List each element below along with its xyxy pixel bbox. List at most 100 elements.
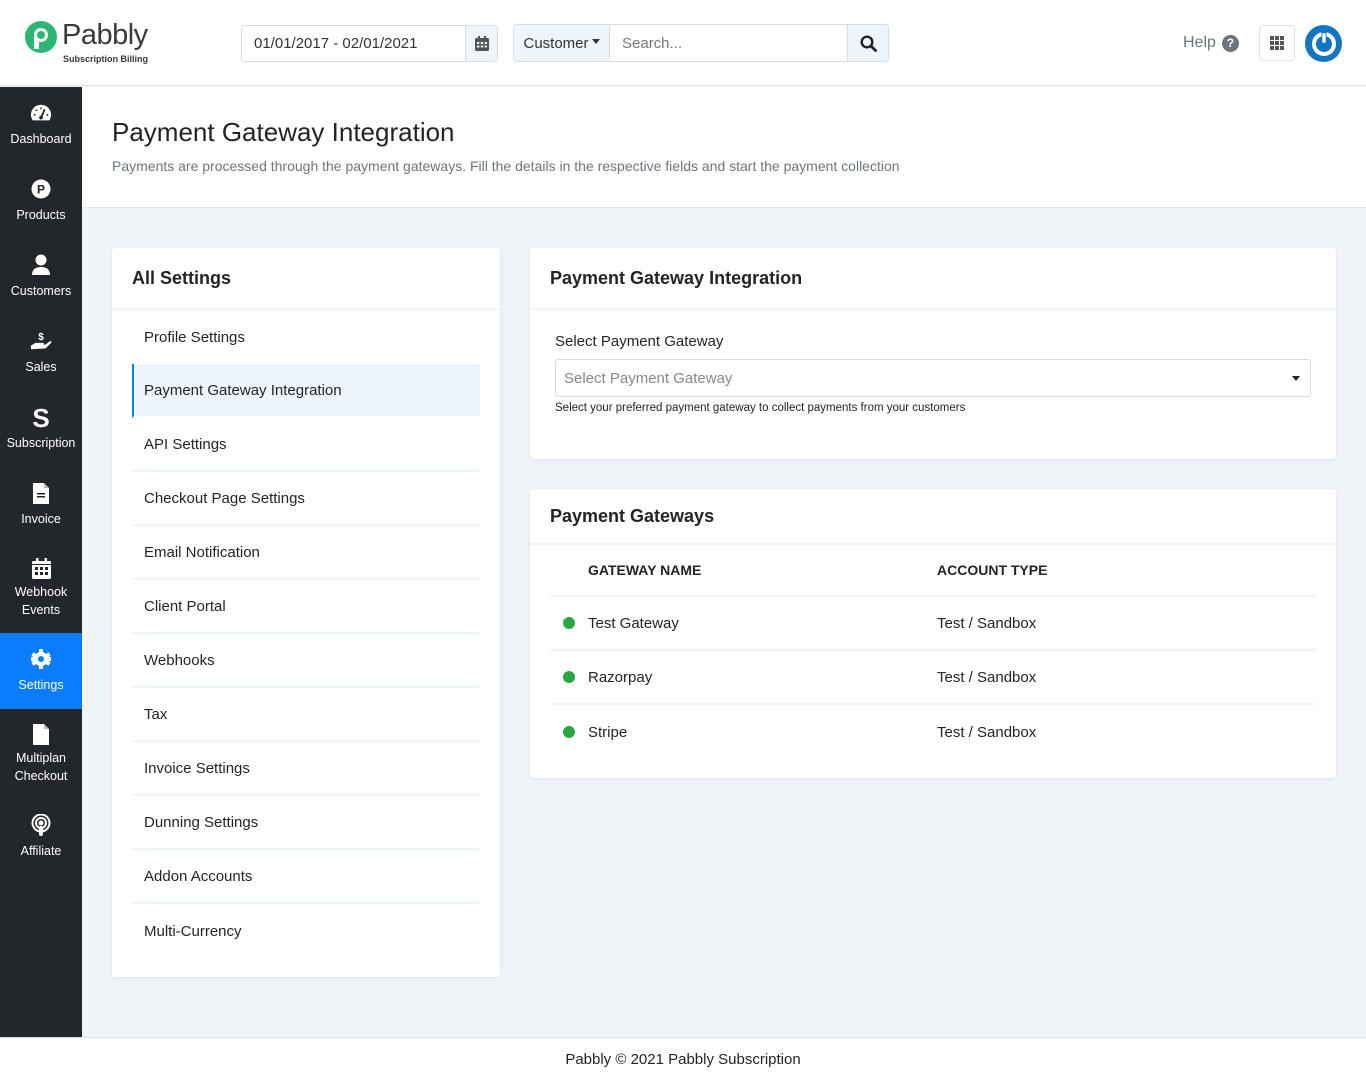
settings-item-invoice[interactable]: Invoice Settings bbox=[132, 742, 480, 796]
status-dot-icon bbox=[563, 726, 575, 738]
sidebar-item-products[interactable]: P Products bbox=[0, 163, 82, 239]
sidebar-item-label: Dashboard bbox=[10, 132, 72, 146]
logo-text: Pabbly bbox=[62, 19, 148, 51]
search-input[interactable] bbox=[610, 25, 847, 61]
sidebar-item-label: Webhook Events bbox=[14, 585, 68, 617]
integration-card-title: Payment Gateway Integration bbox=[530, 248, 1336, 310]
invoice-icon bbox=[30, 482, 52, 504]
sidebar-item-label: Invoice bbox=[21, 512, 61, 526]
account-type: Test / Sandbox bbox=[937, 723, 1037, 741]
footer-copyright: Pabbly © 2021 Pabbly Subscription bbox=[565, 1050, 801, 1068]
sidebar-item-affiliate[interactable]: Affiliate bbox=[0, 799, 82, 875]
select-payment-gateway-dropdown[interactable]: Select Payment Gateway bbox=[555, 359, 1311, 397]
search-button[interactable] bbox=[847, 25, 888, 61]
search-icon bbox=[859, 34, 877, 52]
settings-menu: Profile Settings Payment Gateway Integra… bbox=[112, 310, 500, 958]
sales-icon: $ bbox=[30, 330, 52, 352]
top-header: Pabbly Subscription Billing Customer bbox=[0, 0, 1366, 86]
sidebar-item-customers[interactable]: Customers bbox=[0, 239, 82, 315]
chevron-down-icon bbox=[1292, 375, 1300, 381]
table-row[interactable]: Razorpay Test / Sandbox bbox=[550, 651, 1316, 705]
gateway-name: Test Gateway bbox=[588, 614, 679, 632]
page-subtitle: Payments are processed through the payme… bbox=[112, 158, 900, 174]
settings-item-client-portal[interactable]: Client Portal bbox=[132, 580, 480, 634]
question-circle-icon: ? bbox=[1221, 34, 1239, 52]
help-label: Help bbox=[1183, 34, 1216, 51]
table-row[interactable]: Stripe Test / Sandbox bbox=[550, 705, 1316, 759]
svg-text:S: S bbox=[32, 405, 49, 429]
settings-item-api[interactable]: API Settings bbox=[132, 418, 480, 472]
sidebar-item-label: Products bbox=[16, 208, 66, 222]
sidebar-item-multiplan-checkout[interactable]: Multiplan Checkout bbox=[0, 709, 82, 799]
sidebar-item-label: Affiliate bbox=[20, 844, 62, 858]
sidebar-nav: Dashboard P Products Customers $ Sales S… bbox=[0, 87, 82, 1037]
settings-item-webhooks[interactable]: Webhooks bbox=[132, 634, 480, 688]
column-header-account-type: ACCOUNT TYPE bbox=[937, 562, 1048, 578]
gateways-card-title: Payment Gateways bbox=[530, 489, 1336, 545]
status-dot-icon bbox=[563, 617, 575, 629]
account-type: Test / Sandbox bbox=[937, 668, 1037, 686]
select-placeholder: Select Payment Gateway bbox=[564, 369, 733, 387]
calendar-icon bbox=[474, 36, 489, 51]
sidebar-item-label: Settings bbox=[18, 678, 64, 692]
gateways-table: GATEWAY NAME ACCOUNT TYPE Test Gateway T… bbox=[550, 545, 1316, 759]
all-settings-title: All Settings bbox=[112, 248, 500, 310]
settings-item-checkout-page[interactable]: Checkout Page Settings bbox=[132, 472, 480, 526]
table-header-row: GATEWAY NAME ACCOUNT TYPE bbox=[550, 545, 1316, 597]
grid-icon bbox=[1270, 36, 1284, 50]
sidebar-item-label: Subscription bbox=[6, 436, 76, 450]
logo-subtext: Subscription Billing bbox=[63, 54, 148, 64]
footer: Pabbly © 2021 Pabbly Subscription bbox=[0, 1037, 1366, 1080]
page-title: Payment Gateway Integration bbox=[112, 117, 455, 147]
sidebar-item-webhook-events[interactable]: Webhook Events bbox=[0, 543, 82, 633]
page-header: Payment Gateway Integration Payments are… bbox=[82, 87, 1366, 208]
settings-item-profile[interactable]: Profile Settings bbox=[132, 310, 480, 364]
search-type-label: Customer bbox=[523, 34, 589, 52]
table-row[interactable]: Test Gateway Test / Sandbox bbox=[550, 597, 1316, 651]
status-dot-icon bbox=[563, 671, 575, 683]
date-range-input[interactable] bbox=[242, 26, 465, 61]
pabbly-logo[interactable]: Pabbly Subscription Billing bbox=[25, 19, 155, 67]
settings-item-tax[interactable]: Tax bbox=[132, 688, 480, 742]
search-bar: Customer bbox=[513, 24, 889, 62]
select-gateway-label: Select Payment Gateway bbox=[555, 333, 724, 350]
sidebar-item-subscription[interactable]: S Subscription bbox=[0, 391, 82, 467]
user-icon bbox=[30, 254, 52, 276]
select-gateway-help-text: Select your preferred payment gateway to… bbox=[555, 402, 966, 414]
gateway-name: Stripe bbox=[588, 723, 628, 741]
products-icon: P bbox=[30, 178, 52, 200]
pabbly-logo-icon bbox=[25, 21, 57, 53]
sidebar-item-sales[interactable]: $ Sales bbox=[0, 315, 82, 391]
podcast-icon bbox=[30, 814, 52, 836]
account-power-button[interactable] bbox=[1305, 25, 1342, 62]
sidebar-item-dashboard[interactable]: Dashboard bbox=[0, 87, 82, 163]
settings-item-email-notification[interactable]: Email Notification bbox=[132, 526, 480, 580]
power-icon bbox=[1311, 31, 1336, 56]
settings-item-multi-currency[interactable]: Multi-Currency bbox=[132, 904, 480, 958]
column-header-gateway-name: GATEWAY NAME bbox=[588, 562, 702, 578]
settings-item-payment-gateway-integration[interactable]: Payment Gateway Integration bbox=[132, 364, 480, 418]
sidebar-item-invoice[interactable]: Invoice bbox=[0, 467, 82, 543]
subscription-icon: S bbox=[30, 405, 52, 429]
sidebar-item-label: Customers bbox=[10, 284, 72, 298]
gateway-name: Razorpay bbox=[588, 668, 653, 686]
date-range-picker bbox=[241, 25, 498, 62]
sidebar-item-label: Multiplan Checkout bbox=[14, 751, 68, 783]
calendar-icon bbox=[30, 557, 52, 579]
svg-text:P: P bbox=[37, 183, 45, 197]
sidebar-item-label: Sales bbox=[25, 360, 57, 374]
file-icon bbox=[30, 723, 52, 745]
svg-text:$: $ bbox=[38, 332, 44, 343]
gear-icon bbox=[30, 648, 52, 670]
help-link[interactable]: Help ? bbox=[1183, 34, 1239, 52]
account-type: Test / Sandbox bbox=[937, 614, 1037, 632]
sidebar-item-settings[interactable]: Settings bbox=[0, 633, 82, 709]
payment-gateway-integration-card: Payment Gateway Integration Select Payme… bbox=[530, 248, 1336, 459]
all-settings-card: All Settings Profile Settings Payment Ga… bbox=[112, 248, 500, 977]
settings-item-dunning[interactable]: Dunning Settings bbox=[132, 796, 480, 850]
search-type-dropdown[interactable]: Customer bbox=[514, 25, 610, 61]
dashboard-icon bbox=[30, 102, 52, 124]
apps-button[interactable] bbox=[1259, 25, 1295, 61]
settings-item-addon-accounts[interactable]: Addon Accounts bbox=[132, 850, 480, 904]
calendar-button[interactable] bbox=[465, 26, 497, 61]
